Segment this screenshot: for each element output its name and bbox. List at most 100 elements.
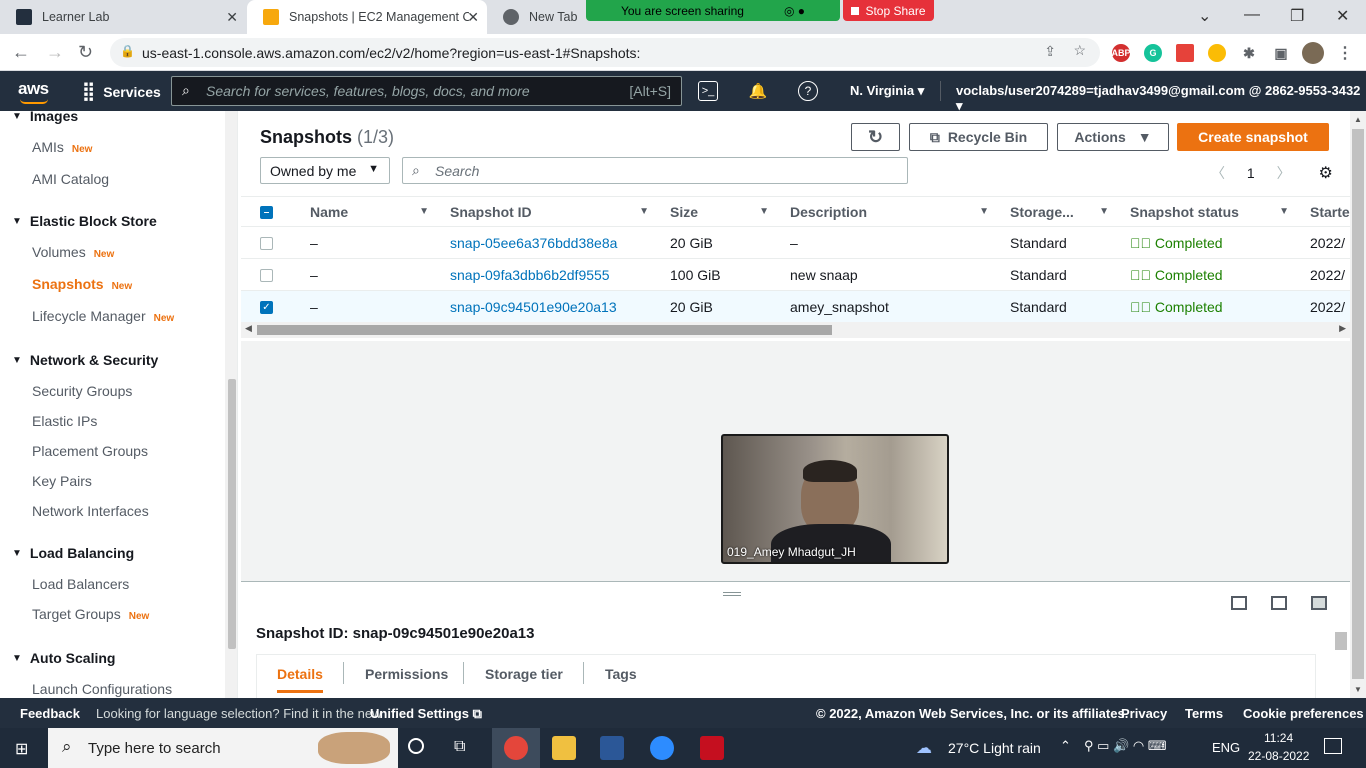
address-bar[interactable]: 🔒 us-east-1.console.aws.amazon.com/ec2/v… — [110, 38, 1100, 67]
sidebar-item-ami-catalog[interactable]: AMI Catalog — [32, 171, 109, 187]
column-header-snapshot-status[interactable]: Snapshot status ▼ — [1121, 196, 1301, 227]
tray-chevron-icon[interactable]: ⌃ — [1060, 738, 1071, 754]
task-view-icon[interactable]: ⧉ — [454, 738, 465, 756]
tray-icons[interactable]: ⚲ ▭ 🔊 ◠ ⌨ — [1084, 738, 1167, 754]
sidebar-item-load-balancers[interactable]: Load Balancers — [32, 576, 129, 592]
sidebar-item-placement-groups[interactable]: Placement Groups — [32, 443, 148, 459]
feedback-link[interactable]: Feedback — [20, 706, 80, 721]
split-scroll-thumb[interactable] — [1335, 632, 1347, 650]
back-icon[interactable]: ← — [12, 42, 30, 63]
browser-tab-learner-lab[interactable]: Learner Lab ✕ — [0, 0, 246, 34]
recycle-bin-button[interactable]: ⧉ Recycle Bin — [909, 123, 1048, 151]
forward-icon[interactable]: → — [46, 42, 64, 63]
main-scroll-thumb[interactable] — [1352, 129, 1364, 679]
maximize-icon[interactable]: ❐ — [1290, 6, 1304, 26]
help-icon[interactable]: ? — [798, 81, 818, 101]
snapshot-search-input[interactable]: ⌕ Search — [402, 157, 908, 184]
profile-avatar[interactable] — [1302, 42, 1324, 64]
browser-tab-new-tab[interactable]: New Tab — [487, 0, 587, 34]
table-row[interactable]: – snap-05ee6a376bdd38e8a 20 GiB – Standa… — [241, 226, 1350, 259]
chevron-left-icon[interactable]: 〈 — [1211, 165, 1225, 181]
column-header-description[interactable]: Description ▼ — [781, 196, 1001, 227]
sidebar-section-ebs[interactable]: ▼ Elastic Block Store — [12, 213, 157, 229]
row-checkbox-checked[interactable]: ✓ — [260, 301, 273, 315]
cookie-preferences-link[interactable]: Cookie preferences — [1243, 706, 1364, 721]
column-header-snapshot-id[interactable]: Snapshot ID ▼ — [441, 196, 661, 227]
close-tab-icon[interactable]: ✕ — [226, 9, 238, 26]
sidebar-item-key-pairs[interactable]: Key Pairs — [32, 473, 92, 489]
snapshot-id-link[interactable]: snap-09fa3dbb6b2df9555 — [441, 258, 661, 291]
column-header-size[interactable]: Size ▼ — [661, 196, 781, 227]
bell-icon[interactable]: 🔔 — [748, 81, 768, 101]
minimize-icon[interactable]: — — [1244, 6, 1260, 24]
clock-date[interactable]: 22-08-2022 — [1248, 749, 1309, 763]
cloudshell-icon[interactable]: >_ — [698, 81, 718, 101]
sidebar-item-lifecycle-manager[interactable]: Lifecycle Manager New — [32, 308, 174, 324]
kebab-menu-icon[interactable]: ⋮ — [1336, 44, 1354, 62]
owner-filter-select[interactable]: Owned by me ▼ — [260, 157, 390, 184]
scroll-left-icon[interactable]: ◀ — [245, 323, 252, 334]
zoom-icon[interactable] — [650, 736, 674, 760]
unified-settings-link[interactable]: Unified Settings ⧉ — [370, 706, 482, 722]
sidebar-item-amis[interactable]: AMIs New — [32, 139, 92, 155]
close-tab-icon[interactable]: ✕ — [467, 9, 479, 26]
tab-details[interactable]: Details — [277, 666, 323, 693]
page-number[interactable]: 1 — [1247, 165, 1255, 181]
sidebar-section-network-security[interactable]: ▼ Network & Security — [12, 352, 158, 368]
column-header-name[interactable]: Name ▼ — [301, 196, 441, 227]
services-button[interactable]: ⣿ Services — [82, 81, 161, 102]
panel-bottom-icon[interactable] — [1231, 596, 1247, 610]
browser-tab-snapshots[interactable]: Snapshots | EC2 Management Co ✕ — [247, 0, 487, 34]
extension-icon[interactable] — [1176, 44, 1194, 62]
sidebar-item-network-interfaces[interactable]: Network Interfaces — [32, 503, 149, 519]
video-thumbnail[interactable]: 019_Amey Mhadgut_JH — [721, 434, 949, 564]
table-row[interactable]: – snap-09fa3dbb6b2df9555 100 GiB new sna… — [241, 258, 1350, 291]
sidebar-section-load-balancing[interactable]: ▼ Load Balancing — [12, 545, 134, 561]
notifications-icon[interactable] — [1324, 738, 1342, 754]
account-menu[interactable]: voclabs/user2074289=tjadhav3499@gmail.co… — [956, 83, 1366, 114]
scroll-down-icon[interactable]: ▼ — [1354, 685, 1362, 694]
column-header-storage-tier[interactable]: Storage... ▼ — [1001, 196, 1121, 227]
chevron-down-icon[interactable]: ⌄ — [1198, 6, 1211, 26]
sidebar-item-launch-configurations[interactable]: Launch Configurations — [32, 681, 172, 697]
sidepanel-icon[interactable]: ▣ — [1272, 44, 1290, 62]
sidebar-item-elastic-ips[interactable]: Elastic IPs — [32, 413, 97, 429]
pause-icon[interactable]: ◎ — [784, 4, 794, 18]
row-checkbox[interactable] — [260, 269, 273, 283]
sidebar-item-security-groups[interactable]: Security Groups — [32, 383, 132, 399]
word-icon[interactable] — [600, 736, 624, 760]
taskbar-search-input[interactable]: ⌕ Type here to search — [48, 728, 398, 768]
gear-icon[interactable]: ⚙ — [1318, 165, 1332, 182]
panel-side-icon[interactable] — [1271, 596, 1287, 610]
snapshot-id-link[interactable]: snap-05ee6a376bdd38e8a — [441, 226, 661, 259]
panel-hide-icon[interactable] — [1311, 596, 1327, 610]
stop-share-button[interactable]: Stop Share — [843, 0, 934, 21]
refresh-button[interactable]: ↻ — [851, 123, 900, 151]
adblock-icon[interactable]: ABP — [1112, 44, 1131, 62]
cortana-icon[interactable] — [408, 738, 424, 754]
row-checkbox[interactable] — [260, 237, 273, 251]
drag-handle-icon[interactable] — [723, 592, 741, 596]
bookmark-star-icon[interactable]: ☆ — [1073, 42, 1086, 59]
file-explorer-icon[interactable] — [552, 736, 576, 760]
privacy-link[interactable]: Privacy — [1121, 706, 1167, 721]
main-scrollbar[interactable]: ▲ ▼ — [1350, 111, 1366, 698]
horizontal-scroll-thumb[interactable] — [257, 325, 832, 335]
tab-storage-tier[interactable]: Storage tier — [485, 666, 563, 682]
sidebar-section-images[interactable]: ▼ Images — [12, 111, 78, 124]
snapshot-id-link[interactable]: snap-09c94501e90e20a13 — [441, 290, 661, 323]
grammarly-icon[interactable]: G — [1144, 44, 1162, 62]
sidebar-scroll-thumb[interactable] — [228, 379, 236, 649]
tab-permissions[interactable]: Permissions — [365, 666, 448, 682]
close-window-icon[interactable]: ✕ — [1336, 6, 1349, 26]
sidebar-section-auto-scaling[interactable]: ▼ Auto Scaling — [12, 650, 115, 666]
sidebar-item-target-groups[interactable]: Target Groups New — [32, 606, 149, 622]
scroll-right-icon[interactable]: ▶ — [1339, 323, 1346, 334]
reload-icon[interactable]: ↻ — [78, 42, 93, 63]
sidebar-item-snapshots[interactable]: Snapshots New — [32, 276, 132, 292]
chevron-right-icon[interactable]: 〉 — [1277, 165, 1291, 181]
language-indicator[interactable]: ENG — [1212, 740, 1240, 755]
table-horizontal-scrollbar[interactable]: ◀ ▶ — [241, 322, 1350, 338]
weather-text[interactable]: 27°C Light rain — [948, 740, 1041, 756]
puzzle-icon[interactable]: ✱ — [1240, 44, 1258, 62]
